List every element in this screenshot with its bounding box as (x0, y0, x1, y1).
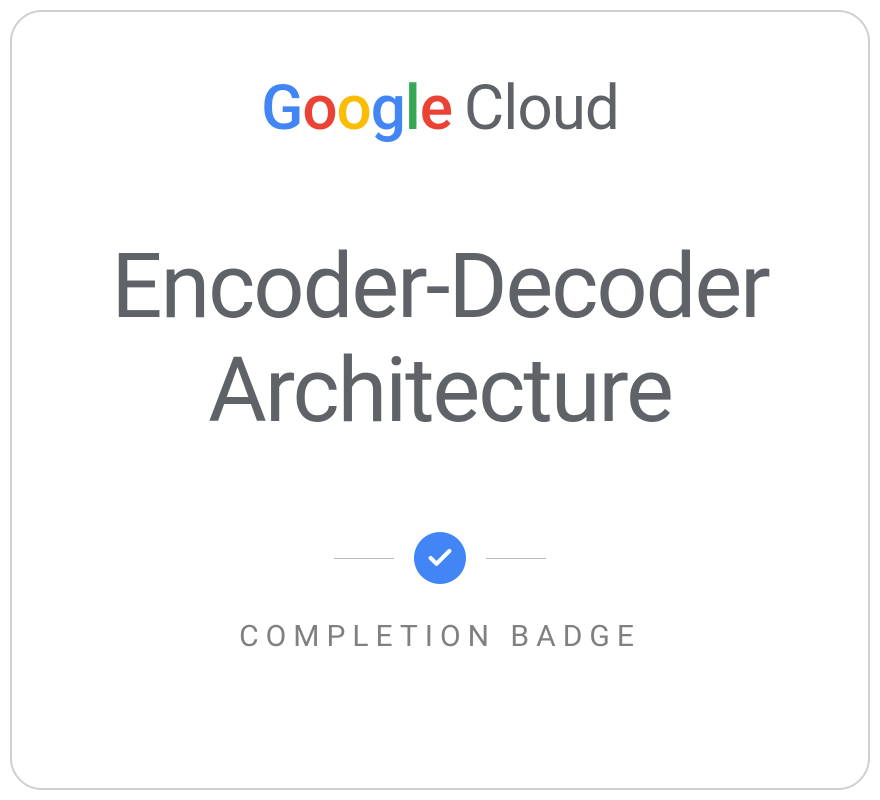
completion-badge-label: COMPLETION BADGE (239, 619, 641, 654)
completion-checkmark-icon (414, 532, 466, 584)
google-letter-g1: G (261, 72, 302, 145)
divider-section (334, 532, 546, 584)
google-letter-g2: g (371, 72, 405, 145)
google-letter-o1: o (302, 72, 336, 145)
course-title-line1: Encoder-Decoder (111, 235, 768, 339)
course-title: Encoder-Decoder Architecture (111, 235, 768, 442)
google-letter-e: e (420, 72, 452, 145)
divider-line-right (486, 558, 546, 559)
brand-logo: Google Cloud (261, 72, 619, 145)
google-wordmark: Google (261, 72, 452, 145)
divider-line-left (334, 558, 394, 559)
cloud-text: Cloud (464, 72, 619, 145)
badge-card: Google Cloud Encoder-Decoder Architectur… (10, 10, 870, 790)
google-letter-l: l (405, 72, 420, 145)
course-title-line2: Architecture (111, 339, 768, 443)
google-letter-o2: o (337, 72, 371, 145)
